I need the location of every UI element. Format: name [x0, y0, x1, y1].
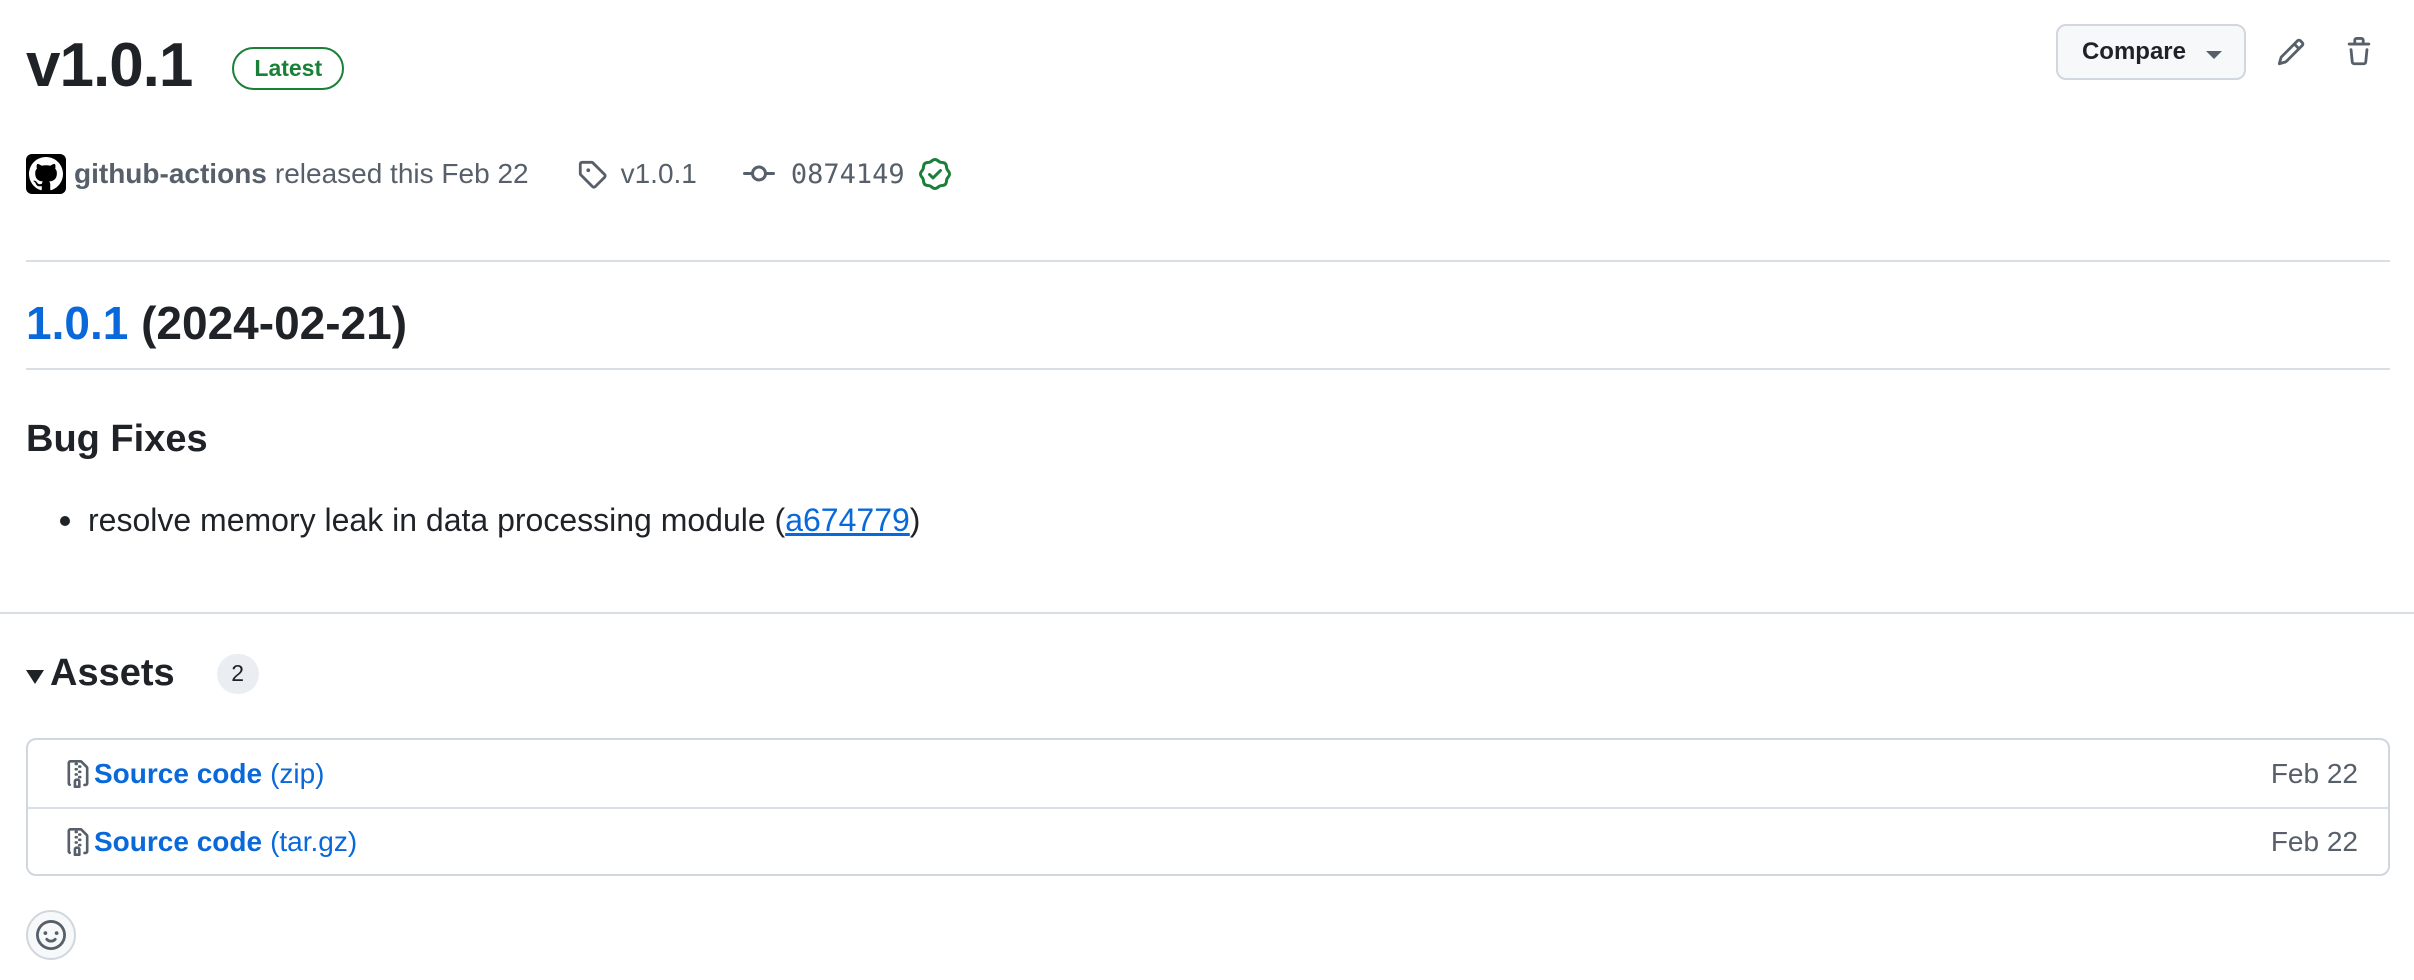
author-link[interactable]: github-actions: [74, 158, 267, 190]
triangle-down-icon: [26, 669, 44, 684]
compare-button[interactable]: Compare: [2055, 24, 2246, 80]
commit-hash-link[interactable]: a674779: [785, 502, 910, 539]
heading-divider: [26, 368, 2390, 370]
asset-ext: (tar.gz): [270, 825, 358, 857]
asset-row: Source code (tar.gz) Feb 22: [28, 807, 2388, 874]
compare-label: Compare: [2081, 38, 2186, 65]
release-meta: github-actions released this Feb 22 v1.0…: [26, 154, 951, 194]
asset-date: Feb 22: [2270, 825, 2358, 857]
chevron-down-icon: [2206, 51, 2222, 59]
commit-sha: 0874149: [790, 158, 905, 190]
avatar[interactable]: [26, 154, 66, 194]
change-suffix: ): [909, 502, 921, 538]
delete-button[interactable]: [2336, 29, 2382, 75]
commit-link[interactable]: 0874149: [742, 158, 951, 190]
pencil-icon: [2277, 38, 2305, 66]
assets-count-badge: 2: [216, 653, 259, 694]
released-date-text: released this Feb 22: [274, 158, 529, 189]
verified-check-icon: [918, 158, 951, 190]
asset-row: Source code (zip) Feb 22: [28, 740, 2388, 807]
notes-divider: [0, 612, 2414, 614]
tag-link[interactable]: v1.0.1: [577, 158, 697, 190]
meta-divider: [26, 260, 2390, 262]
list-item: resolve memory leak in data processing m…: [60, 502, 920, 539]
asset-name: Source code: [94, 757, 263, 789]
asset-date: Feb 22: [2270, 757, 2358, 789]
version-heading: 1.0.1 (2024-02-21): [26, 296, 407, 350]
edit-button[interactable]: [2268, 29, 2314, 75]
file-zip-icon: [67, 827, 89, 856]
add-reaction-button[interactable]: [26, 910, 76, 960]
section-heading: Bug Fixes: [26, 418, 208, 460]
tag-label: v1.0.1: [620, 158, 697, 189]
tag-icon: [578, 160, 607, 189]
smiley-icon: [36, 920, 66, 950]
github-mark-icon: [29, 157, 63, 191]
release-header: v1.0.1 Latest: [26, 30, 345, 101]
assets-toggle[interactable]: Assets 2: [26, 652, 259, 695]
assets-list: Source code (zip) Feb 22 Source code (ta…: [26, 738, 2390, 876]
version-date: (2024-02-21): [141, 297, 408, 349]
release-actions: Compare: [2055, 24, 2382, 80]
file-zip-icon: [67, 759, 89, 788]
asset-ext: (zip): [270, 757, 325, 789]
changes-list: resolve memory leak in data processing m…: [60, 502, 920, 539]
latest-badge: Latest: [232, 47, 345, 90]
assets-title: Assets: [50, 652, 175, 694]
asset-name: Source code: [94, 825, 263, 857]
change-text: resolve memory leak in data processing m…: [88, 502, 786, 538]
trash-icon: [2347, 37, 2371, 66]
verified-badge[interactable]: [918, 158, 951, 190]
release-title: v1.0.1: [26, 31, 193, 100]
asset-link-targz[interactable]: Source code (tar.gz): [64, 826, 357, 858]
git-commit-icon: [742, 165, 775, 182]
version-compare-link[interactable]: 1.0.1: [26, 297, 128, 349]
asset-link-zip[interactable]: Source code (zip): [64, 758, 325, 790]
